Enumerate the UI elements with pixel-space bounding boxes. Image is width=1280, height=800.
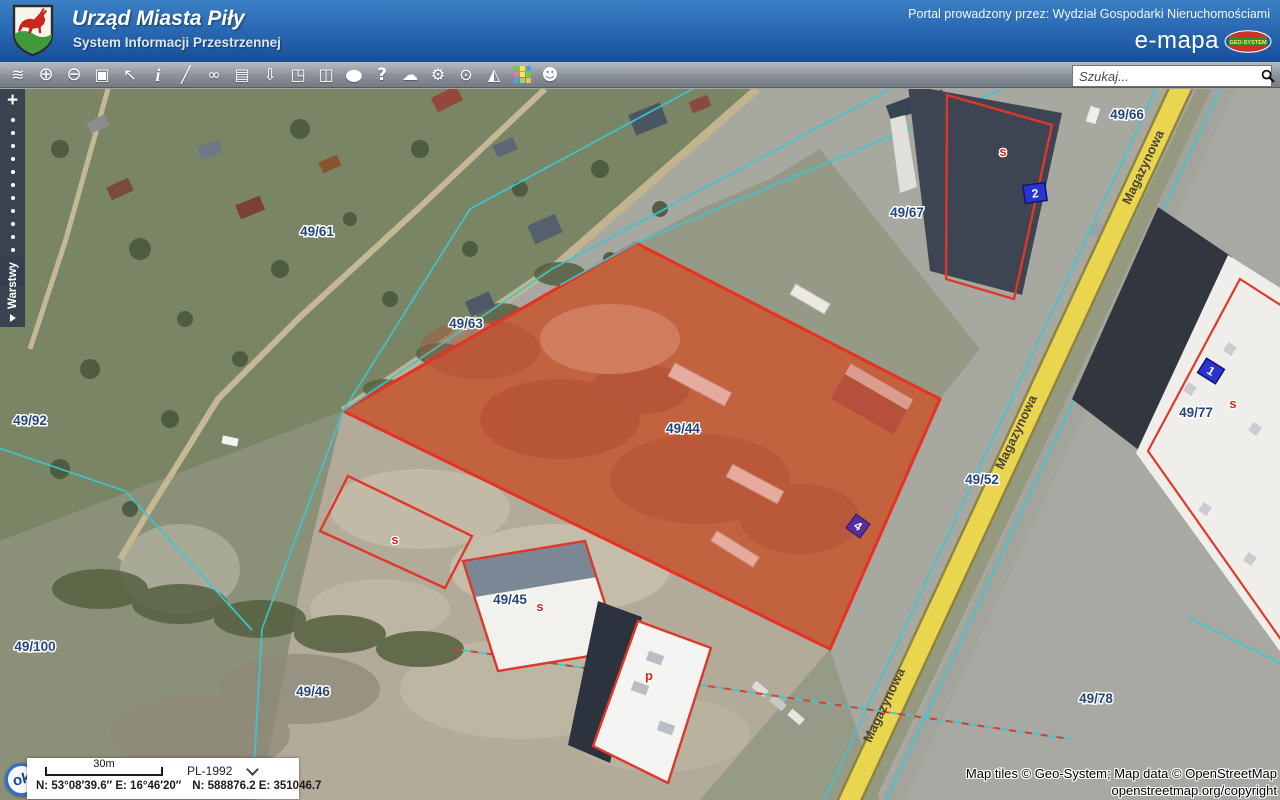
zoom-bar: + − [0,89,25,285]
brand-name: e-mapa [1135,27,1219,55]
comment-icon[interactable]: ● [336,63,372,87]
svg-text:p: p [645,668,653,683]
app-window: Urząd Miasta Piły System Informacji Prze… [0,0,1280,800]
parcel-label: 49/66 [1110,107,1144,122]
print-icon[interactable]: ▤ [228,63,256,87]
select-region-icon[interactable]: ▣ [88,63,116,87]
header: Urząd Miasta Piły System Informacji Prze… [0,0,1280,62]
crs-selector[interactable]: PL-1992 [187,764,257,778]
zoom-level-dots [11,118,15,252]
zoom-level-dot[interactable] [11,118,15,122]
toolbar: ≋ ⊕ ⊖ ▣ ↖ i ╱ ∞ ▤ ⇩ ◳ ◫ ● ? ☁ ⚙ ⊙ ◭ ☻ [0,62,1280,88]
zoom-level-dot[interactable] [11,235,15,239]
city-coat-of-arms [11,3,55,59]
parcel-label: 49/61 [300,224,334,239]
crs-label: PL-1992 [187,764,232,778]
search-box [1072,65,1272,87]
zoom-level-dot[interactable] [11,222,15,226]
zoom-level-dot[interactable] [11,131,15,135]
svg-text:s: s [536,599,543,614]
zoom-level-dot[interactable] [11,196,15,200]
svg-text:s: s [999,144,1006,159]
search-input[interactable] [1073,69,1261,84]
parcel-label: 49/44 [666,421,700,436]
zoom-in-icon[interactable]: ⊕ [32,63,60,87]
brand[interactable]: e-mapa GEO-SYSTEM [1135,27,1272,55]
settings-icon[interactable]: ⚙ [424,63,452,87]
layers-panel-tab[interactable]: Warstwy [0,257,25,327]
coordinates-search-icon[interactable]: ⊙ [452,63,480,87]
svg-text:s: s [391,532,398,547]
parcel-label: 49/92 [13,413,47,428]
parcel-label: 49/100 [14,639,55,654]
app-subtitle: System Informacji Przestrzennej [73,35,281,50]
download-view-icon[interactable]: ⇩ [256,63,284,87]
parcel-label: 49/77 [1179,405,1213,420]
search-icon[interactable] [1261,66,1275,86]
parcel-label: 49/45 [493,592,527,607]
map-canvas[interactable]: Magazynowa Magazynowa Magazynowa s s s s… [0,89,1280,800]
zoom-out-icon[interactable]: ⊖ [60,63,88,87]
zoom-in-button[interactable]: + [7,92,18,109]
parcel-label: 49/78 [1079,691,1113,706]
pointer-icon[interactable]: ↖ [116,63,144,87]
link-icon[interactable]: ∞ [200,63,228,87]
coords-geographic: N: 53°08′39.6″ E: 16°46′20″ [36,780,181,792]
portal-note: Portal prowadzony przez: Wydział Gospoda… [908,7,1270,21]
svg-text:GEO-SYSTEM: GEO-SYSTEM [1229,39,1267,45]
chevron-down-icon [247,763,260,776]
parcel-label: 49/63 [449,316,483,331]
feedback-icon[interactable]: ☻ [536,63,564,87]
coords-projected: N: 588876.2 E: 351046.7 [192,780,321,792]
parcel-label: 49/67 [890,205,924,220]
cloud-upload-icon[interactable]: ☁ [396,63,424,87]
parcel-label: 49/46 [296,684,330,699]
scale-bar: 30m [45,759,163,778]
compare-icon[interactable]: ◭ [480,63,508,87]
address-marker-2[interactable]: 2 [1023,183,1047,204]
info-icon[interactable]: i [144,63,172,87]
zoom-level-dot[interactable] [11,144,15,148]
geo-system-badge-icon: GEO-SYSTEM [1224,30,1272,53]
zoom-level-dot[interactable] [11,157,15,161]
svg-text:s: s [1229,396,1236,411]
zoom-level-dot[interactable] [11,209,15,213]
zoom-level-dot[interactable] [11,248,15,252]
measure-icon[interactable]: ╱ [172,63,200,87]
duplicate-window-icon[interactable]: ◳ [284,63,312,87]
layers-icon[interactable]: ≋ [4,63,32,87]
zoom-level-dot[interactable] [11,170,15,174]
parcel-label: 49/52 [965,472,999,487]
map-attribution: Map tiles © Geo-System; Map data © OpenS… [966,766,1277,799]
attribution-link[interactable]: openstreetmap.org/copyright [966,783,1277,800]
attribution-line: Map tiles © Geo-System; Map data © OpenS… [966,766,1277,783]
status-panel: 30m PL-1992 N: 53°08′39.6″ E: 16°46′20″ … [27,758,299,799]
zoom-level-dot[interactable] [11,183,15,187]
app-title: Urząd Miasta Piły [72,7,245,31]
layers-tab-label: Warstwy [7,262,19,309]
legend-grid-icon[interactable] [508,63,536,87]
expand-arrow-icon [10,314,16,322]
